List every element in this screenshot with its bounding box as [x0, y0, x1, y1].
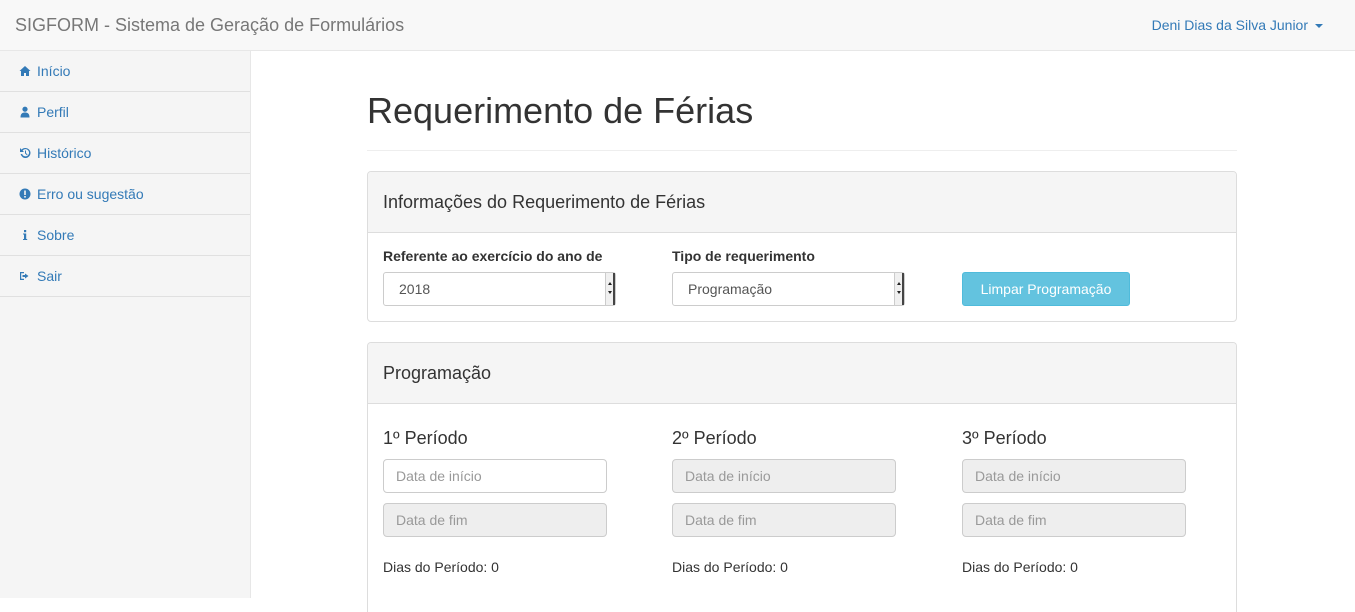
sidebar-item-label: Erro ou sugestão — [37, 186, 144, 202]
sidebar-item-label: Sobre — [37, 227, 75, 243]
page-title: Requerimento de Férias — [367, 91, 1237, 151]
type-label: Tipo de requerimento — [672, 248, 815, 264]
info-icon — [18, 229, 31, 242]
input-placeholder: Data de fim — [975, 512, 1047, 528]
sidebar-item-label: Histórico — [37, 145, 92, 161]
sidebar-item-sobre[interactable]: Sobre — [0, 215, 250, 256]
sidebar-item-sair[interactable]: Sair — [0, 256, 250, 297]
year-label: Referente ao exercício do ano de — [383, 248, 603, 264]
logout-icon — [18, 270, 31, 283]
period-1-days: Dias do Período: 0 — [383, 559, 499, 575]
user-icon — [18, 106, 31, 119]
request-type-select-value: Programação — [688, 281, 773, 297]
period-3-start-input[interactable]: Data de início — [962, 459, 1186, 493]
sidebar-item-perfil[interactable]: Perfil — [0, 92, 250, 133]
main-content: Requerimento de Férias Informações do Re… — [367, 51, 1237, 612]
year-select[interactable]: 2018 — [383, 272, 616, 306]
sidebar-item-historico[interactable]: Histórico — [0, 133, 250, 174]
input-placeholder: Data de início — [396, 468, 482, 484]
clear-programming-button[interactable]: Limpar Programação — [962, 272, 1130, 306]
period-1-start-input[interactable]: Data de início — [383, 459, 607, 493]
sidebar-item-inicio[interactable]: Início — [0, 51, 250, 92]
period-3-days: Dias do Período: 0 — [962, 559, 1078, 575]
period-2-end-input[interactable]: Data de fim — [672, 503, 896, 537]
request-type-select[interactable]: Programação — [672, 272, 905, 306]
sidebar-item-label: Sair — [37, 268, 62, 284]
top-navbar: SIGFORM - Sistema de Geração de Formulár… — [0, 0, 1355, 51]
year-select-value: 2018 — [399, 281, 431, 297]
exclamation-icon — [18, 188, 31, 201]
period-2-title: 2º Período — [672, 428, 757, 448]
user-menu-dropdown[interactable]: Deni Dias da Silva Junior — [1152, 16, 1323, 34]
input-placeholder: Data de início — [685, 468, 771, 484]
input-placeholder: Data de fim — [685, 512, 757, 528]
period-1-title: 1º Período — [383, 428, 468, 448]
sidebar: Início Perfil Histórico Erro ou sugestão… — [0, 51, 251, 598]
select-arrow-icon — [605, 273, 615, 305]
programacao-panel: Programação 1º Período Data de início Da… — [367, 342, 1237, 612]
info-panel-heading: Informações do Requerimento de Férias — [368, 172, 1236, 233]
input-placeholder: Data de início — [975, 468, 1061, 484]
sidebar-item-erro-sugestao[interactable]: Erro ou sugestão — [0, 174, 250, 215]
history-icon — [18, 147, 31, 160]
period-2-start-input[interactable]: Data de início — [672, 459, 896, 493]
sidebar-item-label: Início — [37, 63, 71, 79]
input-placeholder: Data de fim — [396, 512, 468, 528]
caret-down-icon — [1315, 24, 1323, 28]
user-name: Deni Dias da Silva Junior — [1151, 17, 1308, 33]
period-3-title: 3º Período — [962, 428, 1047, 448]
home-icon — [18, 65, 31, 78]
select-arrow-icon — [894, 273, 904, 305]
period-3-end-input[interactable]: Data de fim — [962, 503, 1186, 537]
info-panel: Informações do Requerimento de Férias Re… — [367, 171, 1237, 322]
app-brand[interactable]: SIGFORM - Sistema de Geração de Formulár… — [15, 15, 404, 35]
programacao-panel-heading: Programação — [368, 343, 1236, 404]
sidebar-item-label: Perfil — [37, 104, 69, 120]
period-1-end-input[interactable]: Data de fim — [383, 503, 607, 537]
period-2-days: Dias do Período: 0 — [672, 559, 788, 575]
